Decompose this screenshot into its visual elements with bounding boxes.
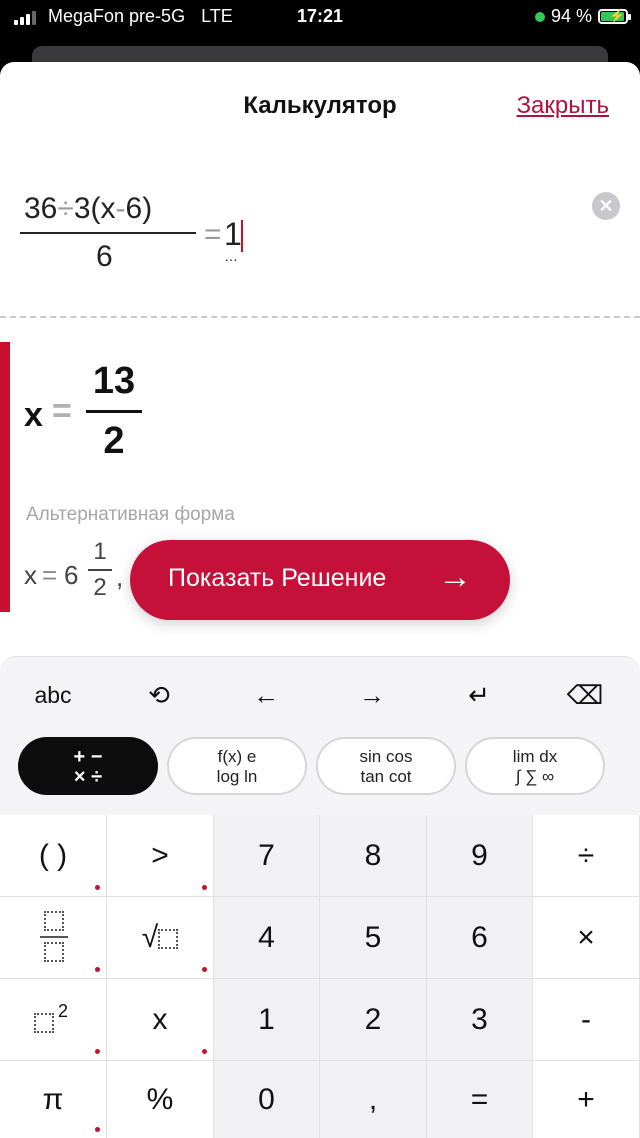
minus-sign: - — [115, 192, 126, 225]
tab-label: + − — [73, 746, 103, 768]
digit-7-key[interactable]: 7 — [214, 815, 320, 897]
comma-key[interactable]: , — [320, 1061, 427, 1138]
digit-1-key[interactable]: 1 — [214, 979, 320, 1061]
tab-basic-operations[interactable]: + − × ÷ — [18, 737, 158, 795]
greater-than-key[interactable]: > — [107, 815, 214, 897]
text-caret — [241, 220, 243, 252]
alt-equals: = — [42, 560, 58, 590]
equals-key[interactable]: = — [427, 1061, 533, 1138]
battery-icon: ⚡ — [598, 8, 631, 24]
key-grid: ( ) > 7 8 9 ÷ √ 4 5 6 × 2 x 1 2 3 - π % … — [0, 815, 640, 1138]
divide-key[interactable]: ÷ — [533, 815, 640, 897]
result-equals: = — [52, 392, 72, 430]
close-icon: ✕ — [598, 196, 614, 216]
key-label: π — [42, 1083, 64, 1116]
parentheses-key[interactable]: ( ) — [0, 815, 107, 897]
exponent-label: 2 — [58, 1001, 69, 1021]
digit-2-key[interactable]: 2 — [320, 979, 427, 1061]
result-fraction-bar — [86, 410, 142, 413]
digit-4-key[interactable]: 4 — [214, 897, 320, 979]
tab-calculus[interactable]: lim dx ∫ ∑ ∞ — [465, 737, 605, 795]
tab-trigonometry[interactable]: sin cos tan cot — [316, 737, 456, 795]
arrow-left-icon[interactable]: ← — [231, 675, 301, 715]
arrow-right-icon[interactable]: → — [337, 675, 407, 715]
input-numerator: 36÷3(x-6) — [24, 192, 152, 226]
alt-comma: , — [116, 562, 124, 592]
status-bar: MegaFon pre-5G LTE 17:21 94 % ⚡ — [0, 0, 640, 36]
alt-fraction-bar — [88, 569, 112, 571]
result-denominator: 2 — [103, 420, 125, 462]
minus-key[interactable]: - — [533, 979, 640, 1061]
key-label: x — [152, 1003, 168, 1036]
digit-0-key[interactable]: 0 — [214, 1061, 320, 1138]
input-equals: = — [204, 218, 222, 251]
mic-indicator-icon — [534, 11, 545, 22]
result-numerator: 13 — [92, 360, 136, 402]
divide-sign: ÷ — [57, 192, 74, 225]
fraction-bar-icon — [40, 936, 68, 938]
tab-label: ∫ ∑ ∞ — [515, 767, 555, 786]
alt-denominator: 2 — [93, 574, 107, 601]
key-label: > — [151, 839, 169, 872]
key-label: ( ) — [38, 839, 68, 872]
variable-x-key[interactable]: x — [107, 979, 214, 1061]
denominator-box-icon — [44, 942, 64, 962]
percent-key[interactable]: % — [107, 1061, 214, 1138]
numerator-box-icon — [44, 911, 64, 931]
digit-6-key[interactable]: 6 — [427, 897, 533, 979]
tab-label: log ln — [216, 767, 258, 786]
alternative-form-label: Альтернативная форма — [26, 504, 235, 525]
alt-whole: 6 — [64, 560, 79, 590]
alt-numerator: 1 — [93, 538, 107, 565]
digit-5-key[interactable]: 5 — [320, 897, 427, 979]
arrow-right-icon: → — [438, 558, 472, 596]
tab-functions[interactable]: f(x) e log ln — [167, 737, 307, 795]
fraction-bar — [20, 232, 196, 234]
placeholder-dots: … — [224, 248, 239, 264]
abc-key[interactable]: abc — [18, 675, 88, 715]
close-button[interactable]: Закрыть — [517, 92, 609, 120]
square-key[interactable]: 2 — [0, 979, 107, 1061]
calculator-sheet: Калькулятор Закрыть 36÷3(x-6) 6 = 1 … ✕ … — [0, 62, 640, 1138]
digit-3-key[interactable]: 3 — [427, 979, 533, 1061]
tab-label: tan cot — [360, 767, 412, 786]
dashed-divider — [0, 316, 640, 318]
history-icon[interactable]: ⟲ — [124, 675, 194, 715]
enter-icon[interactable]: ↵ — [444, 675, 514, 715]
backspace-icon[interactable]: ⌫ — [550, 675, 620, 715]
square-root-key[interactable]: √ — [107, 897, 214, 979]
input-denominator: 6 — [96, 240, 113, 273]
multiply-key[interactable]: × — [533, 897, 640, 979]
tab-label: f(x) e — [217, 747, 257, 766]
tab-label: sin cos — [359, 747, 413, 766]
numerator-term: 6) — [125, 192, 153, 225]
alt-variable: x — [24, 560, 37, 590]
battery-percent: 94 % — [550, 6, 592, 26]
numerator-term: 3(x — [73, 192, 116, 225]
tab-label: × ÷ — [73, 766, 103, 788]
result-variable: x — [24, 396, 43, 434]
plus-key[interactable]: + — [533, 1061, 640, 1138]
show-solution-button[interactable]: Показать Решение → — [130, 540, 510, 620]
digit-8-key[interactable]: 8 — [320, 815, 427, 897]
pi-key[interactable]: π — [0, 1061, 107, 1138]
radicand-box-icon — [158, 929, 179, 950]
digit-9-key[interactable]: 9 — [427, 815, 533, 897]
key-label: √ — [141, 921, 159, 954]
alternative-form: x = 6 1 2 , — [24, 538, 134, 608]
fraction-key[interactable] — [0, 897, 107, 979]
tab-label: lim dx — [512, 747, 558, 766]
clear-input-button[interactable]: ✕ — [592, 192, 620, 220]
base-box-icon — [34, 1013, 54, 1033]
keyboard-toolbar: abc ⟲ ← → ↵ ⌫ — [0, 657, 640, 733]
math-keyboard: abc ⟲ ← → ↵ ⌫ + − × ÷ f(x) e log ln sin … — [0, 656, 640, 1138]
result-accent-bar — [0, 342, 10, 612]
show-solution-label: Показать Решение — [168, 564, 387, 592]
numerator-term: 36 — [24, 192, 58, 225]
status-right: 94 % ⚡ — [534, 6, 631, 27]
